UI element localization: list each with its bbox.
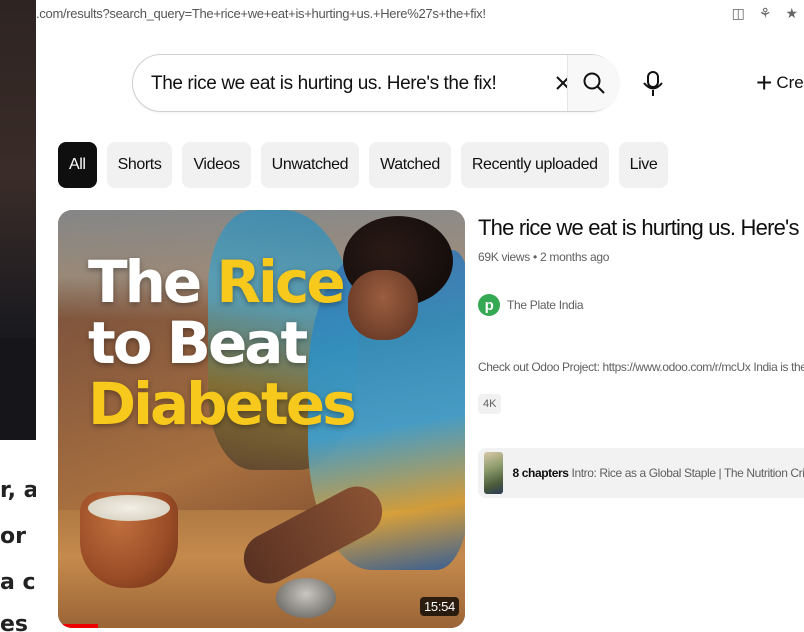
favorites-icon[interactable]: ★ bbox=[785, 5, 798, 22]
background-text-line: a c bbox=[0, 570, 36, 595]
thumbnail-title-yellow: Rice bbox=[216, 248, 345, 316]
background-dark-band bbox=[0, 338, 36, 440]
thumbnail-title-line3: Diabetes bbox=[88, 370, 357, 438]
chapters-row[interactable]: 8 chapters Intro: Rice as a Global Stapl… bbox=[478, 448, 804, 498]
microphone-icon bbox=[643, 71, 663, 96]
search-input[interactable] bbox=[149, 55, 543, 113]
create-button[interactable]: + Crea bbox=[750, 62, 804, 104]
watch-progress-bar bbox=[58, 624, 98, 628]
browser-window: .com/results?search_query=The+rice+we+ea… bbox=[36, 0, 804, 632]
background-text-line: r, a bbox=[0, 478, 36, 503]
search-icon bbox=[583, 72, 605, 94]
thumbnail-title: The Rice to Beat Diabetes bbox=[88, 252, 357, 438]
chip-unwatched[interactable]: Unwatched bbox=[260, 142, 360, 188]
chip-live[interactable]: Live bbox=[618, 142, 669, 188]
address-bar-icons: ◫ ⚘ ★ bbox=[732, 5, 798, 22]
channel-link[interactable]: p The Plate India bbox=[478, 294, 584, 316]
voice-search-button[interactable] bbox=[631, 61, 675, 105]
video-meta: 69K views • 2 months ago bbox=[478, 250, 610, 264]
translate-icon[interactable]: ⚘ bbox=[759, 5, 772, 22]
search-box bbox=[132, 54, 620, 113]
chip-watched[interactable]: Watched bbox=[369, 142, 451, 188]
quality-badge: 4K bbox=[478, 394, 502, 414]
video-title[interactable]: The rice we eat is hurting us. Here's th… bbox=[478, 214, 804, 242]
chapters-count: 8 chapters bbox=[512, 466, 569, 480]
address-bar[interactable]: .com/results?search_query=The+rice+we+ea… bbox=[36, 0, 804, 30]
filter-chips: All Shorts Videos Unwatched Watched Rece… bbox=[58, 142, 669, 188]
thumbnail-title-white: The bbox=[88, 248, 217, 316]
chip-all[interactable]: All bbox=[58, 142, 97, 188]
url-text[interactable]: .com/results?search_query=The+rice+we+ea… bbox=[36, 6, 486, 21]
metal-bowl bbox=[276, 578, 336, 618]
video-description: Check out Odoo Project: https://www.odoo… bbox=[478, 360, 804, 374]
chapter-thumbnail[interactable] bbox=[484, 452, 503, 494]
chapters-text: 8 chapters Intro: Rice as a Global Stapl… bbox=[513, 466, 804, 480]
channel-name[interactable]: The Plate India bbox=[507, 298, 584, 312]
chapters-list: Intro: Rice as a Global Staple | The Nut… bbox=[571, 466, 804, 480]
rice-in-pot bbox=[88, 495, 170, 521]
video-duration: 15:54 bbox=[419, 597, 459, 616]
video-thumbnail[interactable]: The Rice to Beat Diabetes 15:54 bbox=[58, 210, 465, 628]
search-button[interactable] bbox=[567, 55, 620, 111]
thumbnail-face bbox=[348, 270, 418, 340]
chip-recently-uploaded[interactable]: Recently uploaded bbox=[460, 142, 609, 188]
reader-view-icon[interactable]: ◫ bbox=[732, 5, 745, 22]
background-article: r, a or a c es bbox=[0, 440, 36, 632]
chip-videos[interactable]: Videos bbox=[182, 142, 251, 188]
plus-icon: + bbox=[756, 67, 773, 98]
video-info: The rice we eat is hurting us. Here's th… bbox=[478, 214, 804, 498]
channel-avatar[interactable]: p bbox=[478, 294, 500, 316]
thumbnail-title-line2: to Beat bbox=[88, 309, 308, 377]
chip-shorts[interactable]: Shorts bbox=[106, 142, 173, 188]
background-text-line: or bbox=[0, 524, 26, 549]
create-label: Crea bbox=[776, 73, 804, 92]
background-text-line: es bbox=[0, 612, 29, 632]
